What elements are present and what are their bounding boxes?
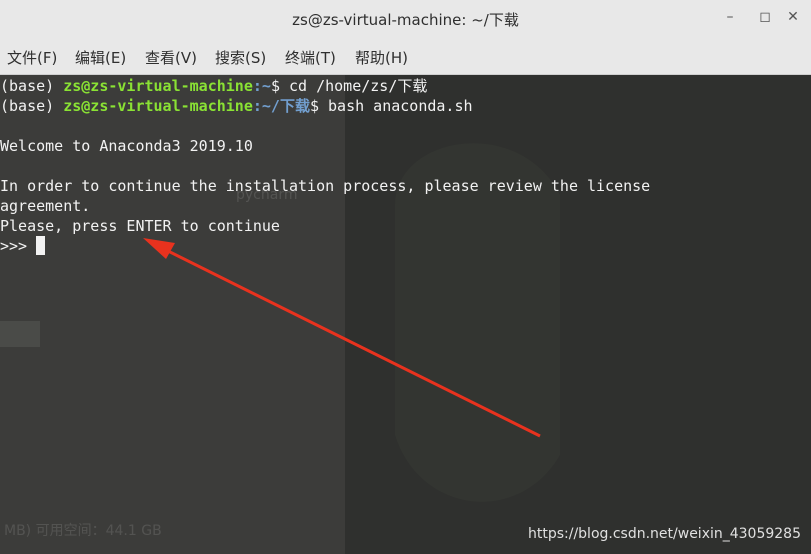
maximize-icon[interactable]: ◻ [756,8,774,26]
menu-bar: 文件(F) 编辑(E) 查看(V) 搜索(S) 终端(T) 帮助(H) [0,38,811,75]
menu-edit[interactable]: 编辑(E) [75,47,126,68]
menu-help[interactable]: 帮助(H) [355,47,408,68]
terminal-area[interactable]: pycharm MB) 可用空间：44.1 GB (base) zs@zs-vi… [0,75,811,554]
title-bar: zs@zs-virtual-machine: ~/下载 – ◻ ✕ [0,0,811,38]
watermark-text: https://blog.csdn.net/weixin_43059285 [527,526,801,542]
annotation-arrow [143,238,541,438]
menu-file[interactable]: 文件(F) [7,47,57,68]
window-title: zs@zs-virtual-machine: ~/下载 [292,11,519,29]
menu-view[interactable]: 查看(V) [145,47,197,68]
minimize-icon[interactable]: – [721,8,739,26]
close-icon[interactable]: ✕ [784,8,802,26]
menu-terminal[interactable]: 终端(T) [285,47,336,68]
menu-search[interactable]: 搜索(S) [215,47,266,68]
